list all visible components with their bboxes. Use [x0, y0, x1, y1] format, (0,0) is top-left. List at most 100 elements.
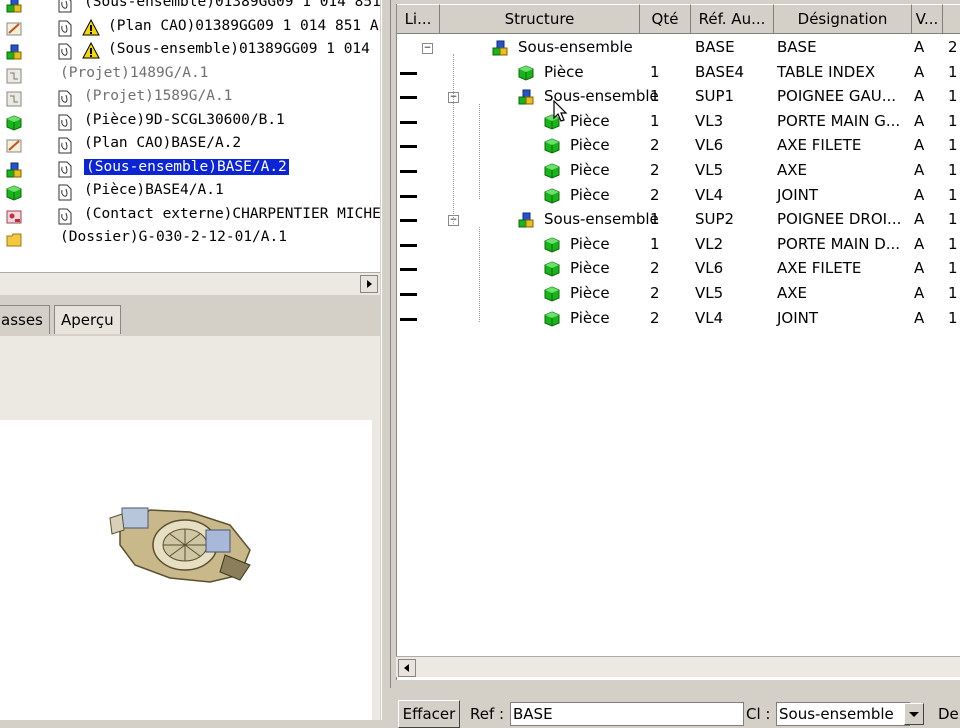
- designation-cell: BASE: [777, 38, 817, 56]
- scroll-left-arrow-icon[interactable]: [398, 659, 416, 677]
- designation-cell: TABLE INDEX: [777, 62, 876, 81]
- list-item[interactable]: (Sous-ensemble)BASE/A.2: [0, 158, 380, 182]
- document-icon: [58, 90, 72, 107]
- ref-cell: SUP1: [695, 87, 735, 106]
- part-icon: [544, 237, 562, 255]
- v-cell: A: [914, 62, 925, 81]
- part-icon: [544, 311, 562, 329]
- v-cell: A: [914, 185, 925, 204]
- part-icon: [544, 188, 562, 206]
- link-indicator-icon: [400, 293, 417, 296]
- designation-cell: JOINT: [777, 185, 819, 204]
- column-header-reference[interactable]: Réf. Au...: [691, 4, 774, 34]
- link-indicator-icon: [400, 71, 417, 75]
- tab-classes[interactable]: asses: [0, 305, 50, 334]
- tab-apercu[interactable]: Aperçu: [54, 305, 121, 334]
- extra-cell: 1: [948, 259, 958, 278]
- document-icon: [58, 20, 72, 37]
- list-item[interactable]: (Pièce)9D-SCGL30600/B.1: [0, 111, 380, 135]
- structure-cell: Pièce: [544, 62, 584, 81]
- table-row[interactable]: Pièce 2 VL6 AXE FILETE A 1: [397, 257, 960, 281]
- qty-cell: 2: [650, 136, 660, 155]
- column-header-links[interactable]: Li...: [397, 4, 440, 34]
- bottom-tabs: asses Aperçu: [0, 305, 385, 335]
- link-indicator-icon: [400, 243, 417, 247]
- contact-icon: [6, 209, 22, 225]
- structure-cell: Pièce: [570, 284, 610, 302]
- v-cell: A: [914, 308, 925, 327]
- list-item[interactable]: (Contact externe)CHARPENTIER MICHE: [0, 205, 380, 229]
- reference-input[interactable]: BASE: [510, 702, 744, 726]
- list-item-label: (Dossier)G-030-2-12-01/A.1: [60, 229, 287, 245]
- column-header-designation[interactable]: Désignation: [774, 4, 912, 34]
- qty-cell: 1: [650, 111, 660, 130]
- column-header-version[interactable]: V...: [912, 4, 943, 34]
- designation-cell: POIGNEE DROI...: [777, 210, 902, 229]
- structure-cell: Pièce: [570, 308, 610, 327]
- list-item[interactable]: (Sous-ensemble)01389GG09 1 014: [0, 40, 380, 64]
- list-item[interactable]: (Projet)1589G/A.1: [0, 87, 380, 111]
- structure-cell: Sous-ensemble: [518, 38, 633, 56]
- project-icon: [6, 68, 22, 84]
- ref-cell: BASE: [695, 38, 735, 56]
- scroll-right-arrow-icon[interactable]: [360, 275, 378, 293]
- table-row[interactable]: Pièce 1 VL3 PORTE MAIN G... A 1: [397, 110, 960, 134]
- table-row[interactable]: Pièce 2 VL5 AXE A 1: [397, 159, 960, 183]
- list-item-label: (Contact externe)CHARPENTIER MICHE: [84, 205, 380, 222]
- grid-horizontal-scrollbar[interactable]: [396, 656, 960, 677]
- tree-connector: [453, 54, 454, 224]
- class-select[interactable]: Sous-ensemble: [776, 702, 910, 726]
- table-row[interactable]: − Sous-ensemble 1 SUP2 POIGNEE DROI... A 1: [397, 208, 960, 232]
- extra-cell: 1: [948, 234, 958, 253]
- column-header-structure[interactable]: Structure: [440, 4, 640, 34]
- v-cell: A: [914, 210, 925, 229]
- link-indicator-icon: [400, 170, 417, 173]
- ref-cell: BASE4: [695, 62, 745, 81]
- table-row[interactable]: Pièce 2 VL4 JOINT A 1: [397, 184, 960, 208]
- panel-splitter[interactable]: [381, 0, 391, 720]
- table-row[interactable]: − Sous-ensemble BASE BASE A 2: [397, 36, 960, 60]
- part-icon: [544, 138, 562, 156]
- list-item[interactable]: (Pièce)BASE4/A.1: [0, 181, 380, 205]
- list-item[interactable]: (Plan CAO)01389GG09 1 014 851 A: [0, 17, 380, 41]
- mouse-cursor-icon: [553, 100, 568, 122]
- v-cell: A: [914, 234, 925, 253]
- list-item[interactable]: (Plan CAO)BASE/A.2: [0, 134, 380, 158]
- table-row[interactable]: Pièce 1 VL2 PORTE MAIN D... A 1: [397, 233, 960, 257]
- table-row[interactable]: Pièce 2 VL6 AXE FILETE A 1: [397, 134, 960, 158]
- column-header-extra[interactable]: [943, 4, 960, 34]
- ref-cell: VL2: [695, 234, 724, 253]
- assembly-3d-preview: [109, 507, 251, 583]
- designation-cell: AXE: [777, 284, 808, 302]
- v-cell: A: [914, 284, 925, 302]
- table-row[interactable]: − Sous-ensemble 1 SUP1 POIGNEE GAU... A 1: [397, 85, 960, 109]
- tree-connector: [479, 227, 480, 322]
- list-item[interactable]: (Sous-ensemble)01389GG09 1 014 851: [0, 0, 380, 17]
- link-indicator-icon: [400, 317, 417, 321]
- list-item[interactable]: (Dossier)G-030-2-12-01/A.1: [0, 228, 380, 252]
- extra-cell: 1: [948, 136, 958, 155]
- chevron-down-icon[interactable]: [904, 703, 924, 725]
- table-row[interactable]: Pièce 1 BASE4 TABLE INDEX A 1: [397, 61, 960, 85]
- horizontal-scrollbar[interactable]: [0, 272, 380, 295]
- ref-cell: VL5: [695, 161, 724, 179]
- designation-label: De: [938, 705, 959, 723]
- class-label: Cl :: [746, 705, 771, 723]
- warning-icon: [82, 41, 100, 60]
- collapse-toggle-icon[interactable]: −: [422, 43, 433, 54]
- column-header-quantity[interactable]: Qté: [640, 4, 691, 34]
- ref-cell: VL4: [695, 185, 724, 204]
- structure-cell: Sous-ensemble: [544, 210, 659, 229]
- qty-cell: 2: [650, 308, 660, 327]
- ref-cell: VL6: [695, 259, 724, 278]
- table-row[interactable]: Pièce 2 VL5 AXE A 1: [397, 282, 960, 306]
- list-item[interactable]: (Projet)1489G/A.1: [0, 64, 380, 88]
- v-cell: A: [914, 87, 925, 106]
- clear-button[interactable]: Effacer: [398, 700, 460, 728]
- assembly-icon: [6, 44, 22, 60]
- v-cell: A: [914, 259, 925, 278]
- table-row[interactable]: Pièce 2 VL4 JOINT A 1: [397, 307, 960, 331]
- extra-cell: 1: [948, 161, 958, 179]
- document-icon: [58, 137, 72, 154]
- extra-cell: 1: [948, 284, 958, 302]
